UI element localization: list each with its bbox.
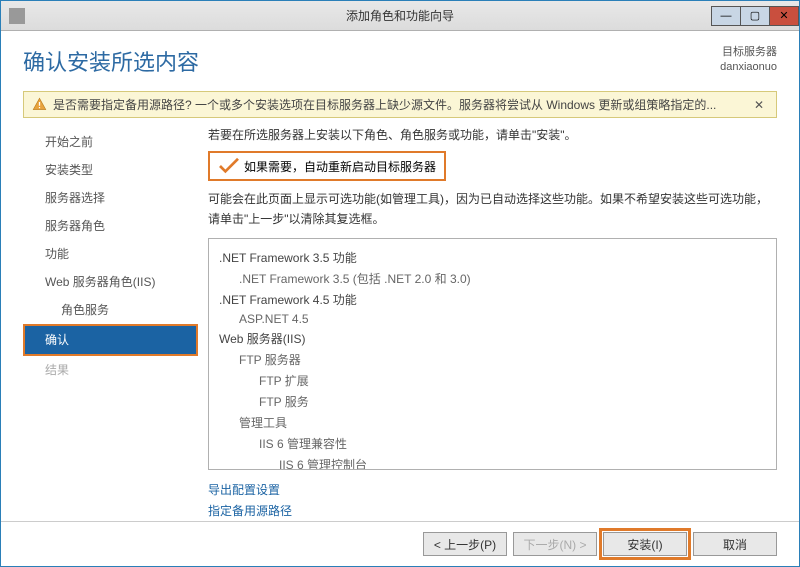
feature-item: .NET Framework 3.5 功能 <box>219 247 766 268</box>
target-server: 目标服务器 danxiaonuo <box>720 45 777 76</box>
content: 若要在所选服务器上安装以下角色、角色服务或功能，请单击"安装"。 如果需要，自动… <box>198 126 777 521</box>
warning-icon <box>32 97 47 112</box>
feature-item: Web 服务器(IIS) <box>219 328 766 349</box>
target-label: 目标服务器 <box>720 45 777 60</box>
checkmark-icon <box>218 157 240 175</box>
titlebar: 添加角色和功能向导 — ▢ ✕ <box>1 1 799 31</box>
sidebar-item-install-type[interactable]: 安装类型 <box>23 156 198 184</box>
install-button[interactable]: 安装(I) <box>603 532 687 556</box>
button-bar: < 上一步(P) 下一步(N) > 安装(I) 取消 <box>1 521 799 566</box>
next-button: 下一步(N) > <box>513 532 597 556</box>
cancel-button[interactable]: 取消 <box>693 532 777 556</box>
intro-text: 若要在所选服务器上安装以下角色、角色服务或功能，请单击"安装"。 <box>208 126 777 143</box>
alt-source-link[interactable]: 指定备用源路径 <box>208 501 777 521</box>
sidebar-item-server-select[interactable]: 服务器选择 <box>23 184 198 212</box>
close-button[interactable]: ✕ <box>769 6 799 26</box>
minimize-button[interactable]: — <box>711 6 741 26</box>
feature-item: IIS 6 管理兼容性 <box>219 433 766 454</box>
heading-row: 确认安装所选内容 目标服务器 danxiaonuo <box>1 31 799 87</box>
restart-checkbox-label: 如果需要，自动重新启动目标服务器 <box>244 158 436 175</box>
feature-list[interactable]: .NET Framework 3.5 功能.NET Framework 3.5 … <box>208 238 777 470</box>
export-config-link[interactable]: 导出配置设置 <box>208 480 777 500</box>
window-title: 添加角色和功能向导 <box>1 7 799 24</box>
prev-button[interactable]: < 上一步(P) <box>423 532 507 556</box>
feature-item: IIS 6 管理控制台 <box>219 454 766 470</box>
feature-item: .NET Framework 3.5 (包括 .NET 2.0 和 3.0) <box>219 268 766 289</box>
window-controls: — ▢ ✕ <box>712 6 799 26</box>
sidebar-item-server-roles[interactable]: 服务器角色 <box>23 212 198 240</box>
feature-item: FTP 服务器 <box>219 349 766 370</box>
app-icon <box>9 8 25 24</box>
target-value: danxiaonuo <box>720 60 777 75</box>
warning-text: 是否需要指定备用源路径? 一个或多个安装选项在目标服务器上缺少源文件。服务器将尝… <box>53 96 716 113</box>
feature-item: FTP 服务 <box>219 391 766 412</box>
sidebar: 开始之前 安装类型 服务器选择 服务器角色 功能 Web 服务器角色(IIS) … <box>23 126 198 521</box>
sidebar-item-features[interactable]: 功能 <box>23 240 198 268</box>
links: 导出配置设置 指定备用源路径 <box>208 480 777 521</box>
feature-item: ASP.NET 4.5 <box>219 310 766 328</box>
sidebar-item-role-services[interactable]: 角色服务 <box>23 296 198 324</box>
sidebar-item-before[interactable]: 开始之前 <box>23 128 198 156</box>
sidebar-item-confirm[interactable]: 确认 <box>23 324 198 356</box>
sidebar-item-web-iis[interactable]: Web 服务器角色(IIS) <box>23 268 198 296</box>
wizard-window: 添加角色和功能向导 — ▢ ✕ 确认安装所选内容 目标服务器 danxiaonu… <box>0 0 800 567</box>
maximize-button[interactable]: ▢ <box>740 6 770 26</box>
warning-close-icon[interactable]: ✕ <box>750 98 768 112</box>
description-text: 可能会在此页面上显示可选功能(如管理工具)，因为已自动选择这些功能。如果不希望安… <box>208 189 777 230</box>
feature-item: .NET Framework 4.5 功能 <box>219 289 766 310</box>
main: 开始之前 安装类型 服务器选择 服务器角色 功能 Web 服务器角色(IIS) … <box>1 126 799 521</box>
sidebar-item-results: 结果 <box>23 356 198 384</box>
feature-item: 管理工具 <box>219 412 766 433</box>
page-title: 确认安装所选内容 <box>23 45 199 77</box>
feature-item: FTP 扩展 <box>219 370 766 391</box>
warning-bar: 是否需要指定备用源路径? 一个或多个安装选项在目标服务器上缺少源文件。服务器将尝… <box>23 91 777 118</box>
restart-checkbox-row[interactable]: 如果需要，自动重新启动目标服务器 <box>208 151 446 181</box>
